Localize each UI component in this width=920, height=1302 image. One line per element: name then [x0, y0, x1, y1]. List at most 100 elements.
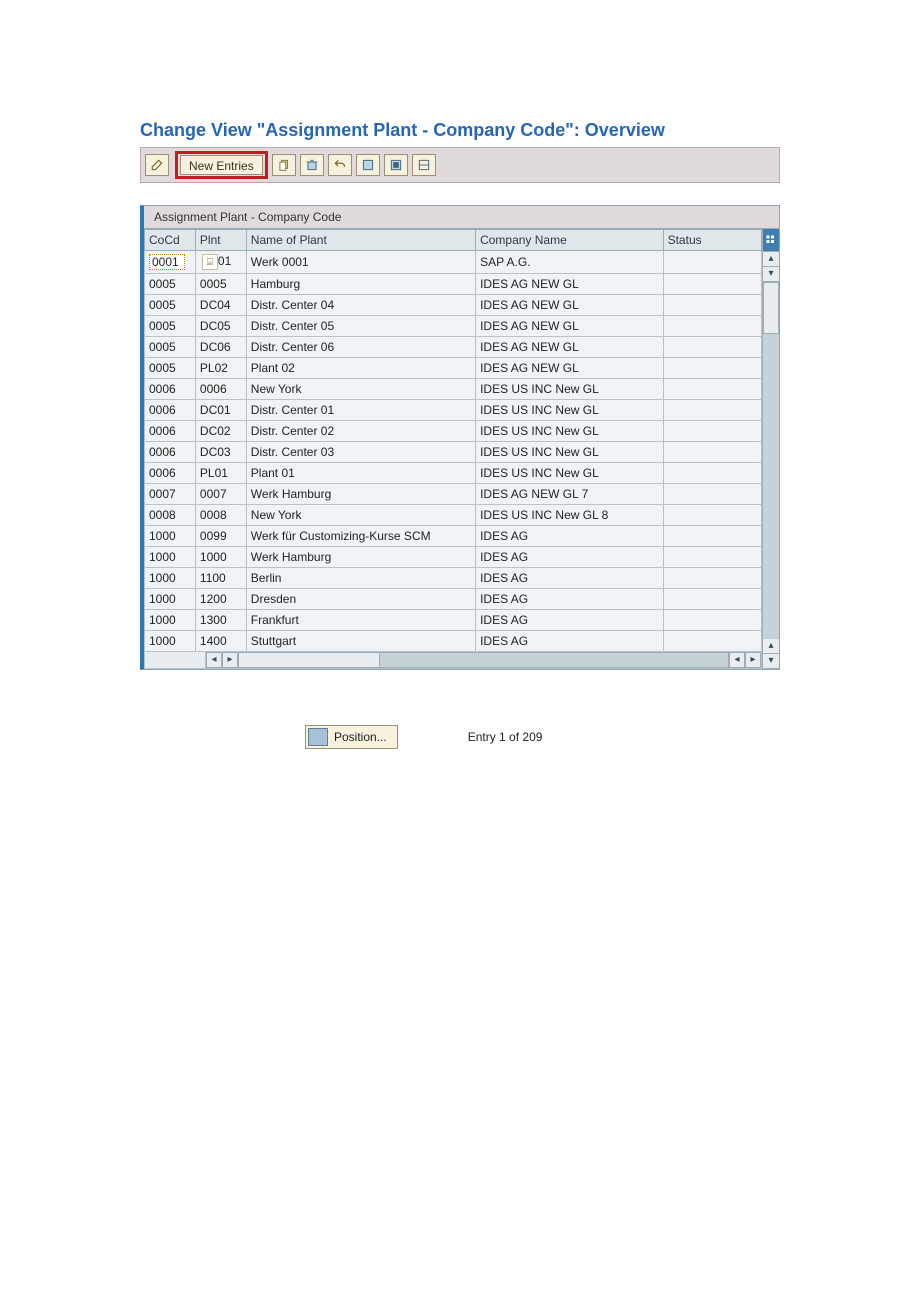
cell-cocd[interactable]: 0005	[145, 274, 196, 295]
cell-status	[663, 484, 761, 505]
v-scroll-up2-icon[interactable]: ▴	[763, 639, 779, 654]
table-row[interactable]: 000101Werk 0001SAP A.G.	[145, 251, 762, 274]
cell-cocd[interactable]: 0005	[145, 295, 196, 316]
cell-cocd[interactable]: 0008	[145, 505, 196, 526]
cell-plnt[interactable]: DC02	[195, 421, 246, 442]
table-row[interactable]: 0005DC06Distr. Center 06IDES AG NEW GL	[145, 337, 762, 358]
cell-plnt[interactable]: DC01	[195, 400, 246, 421]
assignment-table: CoCd Plnt Name of Plant Company Name Sta…	[144, 229, 762, 669]
v-scroll-up-icon[interactable]: ▴	[763, 252, 779, 267]
table-row[interactable]: 0005DC05Distr. Center 05IDES AG NEW GL	[145, 316, 762, 337]
cell-company-name: IDES AG NEW GL	[476, 337, 664, 358]
cell-plnt[interactable]: 0099	[195, 526, 246, 547]
table-row[interactable]: 10001100BerlinIDES AG	[145, 568, 762, 589]
column-header-status[interactable]: Status	[663, 230, 761, 251]
cell-plnt[interactable]: 0006	[195, 379, 246, 400]
table-row[interactable]: 10001300FrankfurtIDES AG	[145, 610, 762, 631]
cell-plant-name: Distr. Center 04	[246, 295, 475, 316]
cell-plnt[interactable]: 01	[195, 251, 246, 274]
toggle-display-change-icon[interactable]	[145, 154, 169, 176]
cell-cocd[interactable]: 0001	[145, 251, 196, 274]
cell-plant-name: Stuttgart	[246, 631, 475, 652]
table-settings-icon[interactable]	[763, 229, 779, 252]
cell-plnt[interactable]: 0007	[195, 484, 246, 505]
v-scroll-down-step-icon[interactable]: ▾	[763, 267, 779, 282]
cell-company-name: IDES AG NEW GL	[476, 316, 664, 337]
cell-cocd[interactable]: 1000	[145, 610, 196, 631]
table-row[interactable]: 10001400StuttgartIDES AG	[145, 631, 762, 652]
cell-plnt[interactable]: 1400	[195, 631, 246, 652]
cell-plnt[interactable]: 0005	[195, 274, 246, 295]
cell-cocd[interactable]: 0006	[145, 463, 196, 484]
h-scroll-right-step-icon[interactable]: ▸	[222, 652, 238, 668]
table-row[interactable]: 0006PL01Plant 01IDES US INC New GL	[145, 463, 762, 484]
cell-plnt[interactable]: 1100	[195, 568, 246, 589]
horizontal-scrollbar[interactable]: ◂ ▸ ◂ ▸	[145, 652, 761, 668]
table-row[interactable]: 00050005HamburgIDES AG NEW GL	[145, 274, 762, 295]
column-header-plnt[interactable]: Plnt	[195, 230, 246, 251]
table-row[interactable]: 0006DC02Distr. Center 02IDES US INC New …	[145, 421, 762, 442]
cell-plnt[interactable]: 1200	[195, 589, 246, 610]
cell-company-name: IDES AG	[476, 526, 664, 547]
h-scroll-left2-icon[interactable]: ◂	[729, 652, 745, 668]
cell-plant-name: Plant 02	[246, 358, 475, 379]
cell-cocd[interactable]: 1000	[145, 547, 196, 568]
cell-plnt[interactable]: DC05	[195, 316, 246, 337]
column-header-company[interactable]: Company Name	[476, 230, 664, 251]
cell-plnt[interactable]: PL02	[195, 358, 246, 379]
cell-plnt[interactable]: DC03	[195, 442, 246, 463]
cell-cocd[interactable]: 0006	[145, 421, 196, 442]
cell-cocd[interactable]: 0007	[145, 484, 196, 505]
cell-plnt[interactable]: 1000	[195, 547, 246, 568]
v-scroll-down-icon[interactable]: ▾	[763, 654, 779, 669]
cell-cocd[interactable]: 0006	[145, 379, 196, 400]
cell-cocd[interactable]: 1000	[145, 589, 196, 610]
cell-cocd[interactable]: 0006	[145, 400, 196, 421]
h-scroll-left-icon[interactable]: ◂	[206, 652, 222, 668]
cell-company-name: IDES US INC New GL	[476, 379, 664, 400]
v-scroll-thumb[interactable]	[763, 282, 779, 334]
column-header-cocd[interactable]: CoCd	[145, 230, 196, 251]
vertical-scrollbar[interactable]: ▴ ▾ ▴ ▾	[762, 229, 779, 669]
cell-cocd[interactable]: 1000	[145, 568, 196, 589]
cell-cocd[interactable]: 1000	[145, 631, 196, 652]
table-row[interactable]: 00080008New YorkIDES US INC New GL 8	[145, 505, 762, 526]
cell-cocd[interactable]: 0005	[145, 358, 196, 379]
undo-change-icon[interactable]	[328, 154, 352, 176]
table-row[interactable]: 10000099Werk für Customizing-Kurse SCMID…	[145, 526, 762, 547]
column-header-name[interactable]: Name of Plant	[246, 230, 475, 251]
value-help-icon[interactable]	[202, 254, 218, 270]
table-row[interactable]: 0006DC01Distr. Center 01IDES US INC New …	[145, 400, 762, 421]
cell-cocd[interactable]: 0005	[145, 337, 196, 358]
position-button[interactable]: Position...	[305, 725, 398, 749]
cocd-input[interactable]: 0001	[149, 254, 185, 270]
cell-status	[663, 337, 761, 358]
cell-plnt[interactable]: DC06	[195, 337, 246, 358]
cell-plnt[interactable]: DC04	[195, 295, 246, 316]
select-block-icon[interactable]	[384, 154, 408, 176]
cell-status	[663, 274, 761, 295]
h-scroll-right-icon[interactable]: ▸	[745, 652, 761, 668]
cell-cocd[interactable]: 1000	[145, 526, 196, 547]
cell-plnt[interactable]: 1300	[195, 610, 246, 631]
deselect-all-icon[interactable]	[412, 154, 436, 176]
table-row[interactable]: 00060006New YorkIDES US INC New GL	[145, 379, 762, 400]
table-row[interactable]: 0005DC04Distr. Center 04IDES AG NEW GL	[145, 295, 762, 316]
table-row[interactable]: 10001000Werk HamburgIDES AG	[145, 547, 762, 568]
cell-plant-name: New York	[246, 505, 475, 526]
cell-status	[663, 316, 761, 337]
cell-company-name: IDES AG	[476, 547, 664, 568]
cell-plnt[interactable]: PL01	[195, 463, 246, 484]
copy-as-icon[interactable]	[272, 154, 296, 176]
delete-icon[interactable]	[300, 154, 324, 176]
cell-plnt[interactable]: 0008	[195, 505, 246, 526]
new-entries-button[interactable]: New Entries	[180, 155, 263, 175]
cell-status	[663, 379, 761, 400]
table-row[interactable]: 00070007Werk HamburgIDES AG NEW GL 7	[145, 484, 762, 505]
table-row[interactable]: 0005PL02Plant 02IDES AG NEW GL	[145, 358, 762, 379]
cell-cocd[interactable]: 0006	[145, 442, 196, 463]
select-all-icon[interactable]	[356, 154, 380, 176]
cell-cocd[interactable]: 0005	[145, 316, 196, 337]
table-row[interactable]: 10001200DresdenIDES AG	[145, 589, 762, 610]
table-row[interactable]: 0006DC03Distr. Center 03IDES US INC New …	[145, 442, 762, 463]
